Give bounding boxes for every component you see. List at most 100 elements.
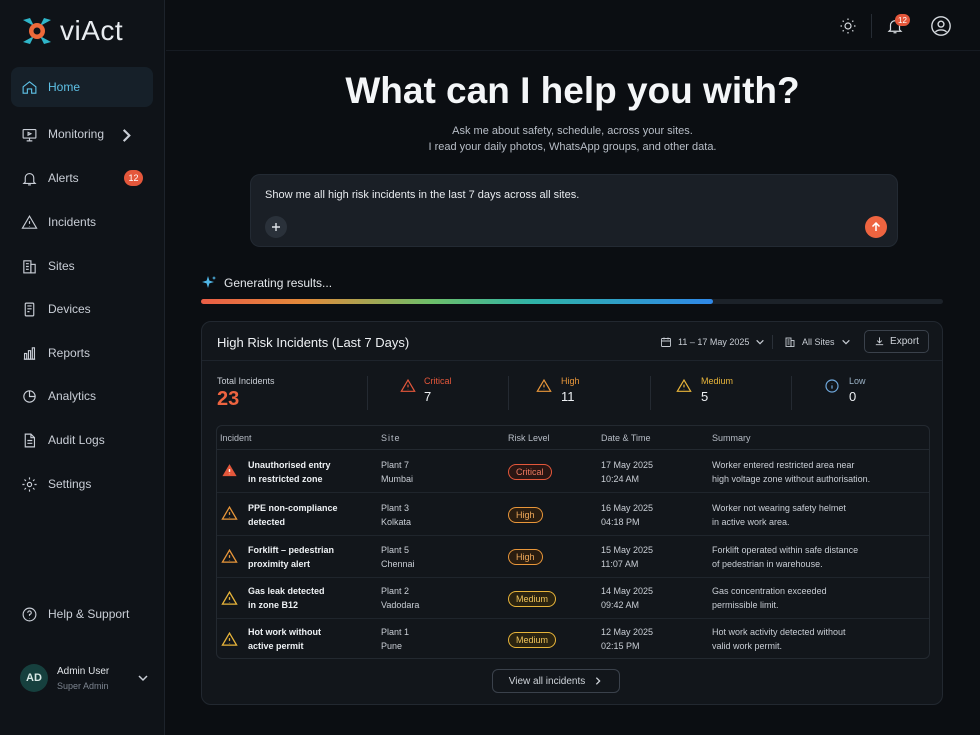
warning-triangle-icon	[676, 378, 692, 392]
risk-badge: Critical	[508, 464, 552, 480]
table-row[interactable]: PPE non-compliance detected Plant 3 Kolkat…	[217, 494, 929, 536]
topbar-separator	[871, 14, 872, 38]
incident-date: 16 May 2025	[601, 503, 654, 513]
sidebar-item-devices[interactable]: Devices	[11, 289, 153, 329]
site-name: Plant 7	[381, 460, 410, 470]
home-icon	[22, 80, 37, 94]
stat-high: High 11	[536, 376, 580, 404]
download-icon	[875, 337, 884, 346]
sidebar-item-settings[interactable]: Settings	[11, 464, 153, 504]
bell-icon	[22, 172, 37, 185]
viact-logo-icon	[23, 18, 51, 44]
sidebar-item-label: Sites	[48, 259, 75, 273]
chevron-right-icon	[122, 129, 131, 142]
prompt-input[interactable]: Show me all high risk incidents in the l…	[250, 174, 898, 247]
building-icon	[785, 337, 795, 347]
incident-summary: high voltage zone without authorisation.	[712, 474, 871, 484]
export-button[interactable]: Export	[864, 330, 929, 353]
sidebar-item-label: Monitoring	[48, 127, 105, 141]
export-label: Export	[890, 336, 919, 347]
column-header-date-time[interactable]: Date & Time	[601, 433, 651, 443]
incident-time: 10:24 AM	[601, 474, 640, 484]
warning-triangle-icon	[221, 548, 238, 563]
attach-button[interactable]	[265, 216, 287, 238]
incident-summary: valid work permit.	[712, 641, 783, 651]
incident-title: in restricted zone	[248, 474, 323, 484]
incident-title: Unauthorised entry	[248, 460, 331, 470]
column-header-site[interactable]: Site	[381, 433, 401, 443]
date-range-label: 11 – 17 May 2025	[678, 336, 750, 347]
chevron-right-icon	[596, 677, 601, 685]
panel-divider	[202, 360, 942, 361]
sidebar-item-alerts[interactable]: Alerts 12	[11, 158, 153, 198]
notification-count-badge: 12	[895, 14, 910, 26]
site-filter[interactable]: All Sites	[784, 330, 851, 353]
stat-medium: Medium 5	[676, 376, 733, 404]
table-row[interactable]: Hot work without active permit Plant 1 Pun…	[217, 620, 929, 658]
incident-summary: Hot work activity detected without	[712, 627, 846, 637]
table-row[interactable]: Gas leak detected in zone B12 Plant 2 Vado…	[217, 579, 929, 619]
risk-badge: Medium	[508, 591, 557, 607]
sidebar-item-label: Analytics	[48, 389, 97, 403]
site-name: Plant 1	[381, 627, 410, 637]
document-icon	[24, 433, 36, 447]
incident-summary: Worker entered restricted area near	[712, 460, 855, 470]
stat-high-value: 11	[561, 389, 575, 404]
table-row[interactable]: Unauthorised entry in restricted zone Pla…	[217, 451, 929, 493]
sidebar-item-analytics[interactable]: Analytics	[11, 376, 153, 416]
incident-summary: Worker not wearing safety helmet	[712, 503, 846, 513]
warning-triangle-icon	[221, 631, 238, 646]
incident-title: Hot work without	[248, 627, 321, 637]
column-header-summary[interactable]: Summary	[712, 433, 751, 443]
chevron-down-icon	[841, 339, 850, 345]
risk-badge: High	[508, 549, 543, 565]
profile-button[interactable]	[929, 14, 953, 38]
sidebar-item-label: Reports	[48, 346, 91, 360]
send-button[interactable]	[865, 216, 887, 238]
sidebar-item-label: Home	[48, 80, 81, 94]
avatar: AD	[20, 664, 48, 692]
view-all-label: View all incidents	[508, 675, 586, 687]
incident-title: in zone B12	[248, 600, 299, 610]
date-range-filter[interactable]: 11 – 17 May 2025	[660, 330, 765, 353]
site-name: Plant 2	[381, 586, 410, 596]
warning-triangle-icon	[536, 378, 552, 392]
bar-chart-icon	[23, 346, 36, 360]
results-panel: High Risk Incidents (Last 7 Days) 11 – 1…	[201, 321, 943, 705]
sidebar-item-home[interactable]: Home	[11, 67, 153, 107]
column-header-risk-level[interactable]: Risk Level	[508, 433, 550, 443]
view-all-incidents-button[interactable]: View all incidents	[492, 669, 620, 693]
user-menu[interactable]: AD Admin User Super Admin	[20, 662, 155, 696]
brand-logo[interactable]: viAct	[20, 14, 123, 48]
stat-total-value: 23	[217, 388, 240, 410]
table-header: Incident Site Risk Level Date & Time Sum…	[217, 426, 929, 450]
sidebar-item-label: Help & Support	[48, 607, 130, 621]
filter-separator	[772, 335, 773, 349]
incident-time: 04:18 PM	[601, 517, 640, 527]
incident-summary: Gas concentration exceeded	[712, 586, 827, 596]
incident-time: 11:07 AM	[601, 559, 639, 569]
sidebar-item-help-support[interactable]: Help & Support	[11, 594, 153, 634]
incident-date: 12 May 2025	[601, 627, 654, 637]
sidebar-item-incidents[interactable]: Incidents	[11, 202, 153, 242]
user-role: Super Admin	[57, 681, 109, 691]
incident-title: active permit	[248, 641, 304, 651]
prompt-text[interactable]: Show me all high risk incidents in the l…	[265, 189, 579, 201]
warning-triangle-icon	[400, 378, 416, 392]
hero-subtitle-line-2: I read your daily photos, WhatsApp group…	[428, 141, 717, 153]
plus-icon	[272, 223, 280, 231]
stat-separator	[650, 376, 651, 410]
column-header-incident[interactable]: Incident	[220, 433, 252, 443]
sidebar-item-sites[interactable]: Sites	[11, 246, 153, 286]
device-icon	[24, 302, 35, 316]
site-city: Pune	[381, 641, 403, 651]
monitor-icon	[22, 128, 37, 141]
sidebar-item-audit-logs[interactable]: Audit Logs	[11, 420, 153, 460]
sun-icon	[840, 18, 856, 34]
theme-toggle-button[interactable]	[836, 14, 860, 38]
stat-total-label: Total Incidents	[217, 376, 275, 386]
sidebar-item-monitoring[interactable]: Monitoring	[11, 114, 153, 154]
table-row[interactable]: Forklift – pedestrian proximity alert Pla…	[217, 537, 929, 578]
site-name: Plant 5	[381, 545, 410, 555]
sidebar-item-reports[interactable]: Reports	[11, 333, 153, 373]
